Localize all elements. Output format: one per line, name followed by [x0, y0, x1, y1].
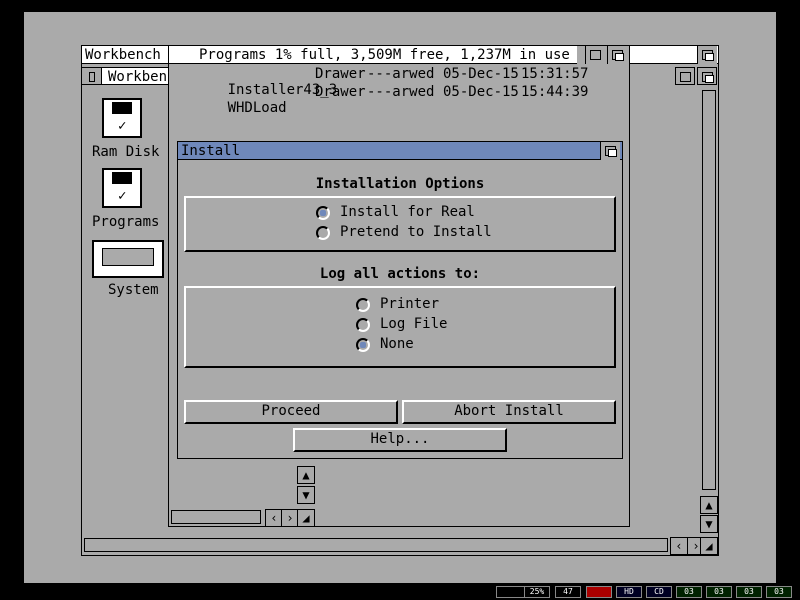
floppy-disk-icon — [102, 168, 142, 208]
drive-indicator: 03 — [766, 586, 792, 598]
depth-gadget-icon[interactable] — [607, 46, 627, 64]
list-item-date: 05-Dec-15 — [443, 84, 519, 100]
none-radio[interactable] — [356, 338, 370, 352]
ram-disk-icon[interactable]: Ram Disk — [92, 96, 159, 162]
list-item[interactable]: WHDLoad — [177, 84, 287, 132]
list-item-time: 15:31:57 — [521, 66, 589, 82]
drawer-icon — [92, 240, 164, 278]
status-indicator: 25% — [524, 586, 550, 598]
list-item-protection: ---arwed — [367, 84, 435, 100]
install-dialog: Install Installation Options Install for… — [177, 141, 623, 459]
programs-icon[interactable]: Programs — [92, 166, 159, 232]
abort-install-button[interactable]: Abort Install — [402, 400, 616, 424]
depth-gadget-icon[interactable] — [600, 142, 620, 160]
programs-window-titlebar[interactable]: Programs 1% full, 3,509M free, 1,237M in… — [169, 46, 577, 64]
horizontal-scrollbar[interactable] — [171, 510, 261, 524]
scroll-up-arrow-icon[interactable]: ▲ — [297, 466, 315, 484]
pretend-to-install-label: Pretend to Install — [340, 224, 492, 240]
list-item-type: Drawer — [315, 66, 366, 82]
list-item-protection: ---arwed — [367, 66, 435, 82]
ram-disk-label: Ram Disk — [92, 144, 160, 160]
log-actions-group: Printer Log File None — [184, 286, 616, 368]
list-item-date: 05-Dec-15 — [443, 66, 519, 82]
drive-indicator: 03 — [676, 586, 702, 598]
depth-gadget-icon[interactable] — [697, 46, 717, 64]
pretend-to-install-radio[interactable] — [316, 226, 330, 240]
drive-indicator: 03 — [736, 586, 762, 598]
printer-label: Printer — [380, 296, 440, 312]
list-item-time: 15:44:39 — [521, 84, 589, 100]
status-indicator: 47 — [555, 586, 581, 598]
log-actions-heading: Log all actions to: — [319, 266, 481, 282]
floppy-disk-icon — [102, 98, 142, 138]
none-label: None — [380, 336, 414, 352]
close-gadget-icon[interactable] — [82, 68, 102, 84]
list-item-type: Drawer — [315, 84, 366, 100]
workbench-drawer-titlebar[interactable]: Workbench — [81, 67, 171, 85]
proceed-button[interactable]: Proceed — [184, 400, 398, 424]
log-file-label: Log File — [380, 316, 448, 332]
workbench-window-title: Workbench S — [85, 47, 178, 63]
programs-label: Programs — [92, 214, 160, 230]
install-dialog-title: Install — [181, 143, 241, 159]
depth-gadget-icon[interactable] — [697, 67, 717, 85]
install-for-real-label: Install for Real — [340, 204, 475, 220]
horizontal-scrollbar[interactable] — [84, 538, 668, 552]
file-list: Installer43_3 Drawer ---arwed 05-Dec-15 … — [177, 66, 597, 116]
zoom-gadget-icon[interactable] — [585, 46, 605, 64]
resize-gadget-icon[interactable]: ◢ — [297, 509, 315, 527]
scroll-up-arrow-icon[interactable]: ▲ — [700, 496, 718, 514]
system-icon[interactable]: System — [90, 238, 168, 302]
scroll-down-arrow-icon[interactable]: ▼ — [700, 515, 718, 533]
system-label: System — [108, 282, 159, 298]
resize-gadget-icon[interactable]: ◢ — [700, 537, 718, 555]
vertical-scrollbar[interactable] — [702, 90, 716, 490]
install-for-real-radio[interactable] — [316, 206, 330, 220]
programs-window-title: Programs 1% full, 3,509M free, 1,237M in… — [199, 47, 570, 63]
installation-options-group: Install for Real Pretend to Install — [184, 196, 616, 252]
log-file-radio[interactable] — [356, 318, 370, 332]
installation-options-heading: Installation Options — [315, 176, 485, 192]
hd-indicator: HD — [616, 586, 642, 598]
install-dialog-titlebar[interactable]: Install — [178, 142, 622, 160]
zoom-gadget-icon[interactable] — [675, 67, 695, 85]
cd-indicator: CD — [646, 586, 672, 598]
power-indicator — [586, 586, 612, 598]
printer-radio[interactable] — [356, 298, 370, 312]
scroll-left-arrow-icon[interactable]: ‹ — [670, 537, 688, 555]
scroll-down-arrow-icon[interactable]: ▼ — [297, 486, 315, 504]
drive-indicator: 03 — [706, 586, 732, 598]
help-button[interactable]: Help... — [293, 428, 507, 452]
